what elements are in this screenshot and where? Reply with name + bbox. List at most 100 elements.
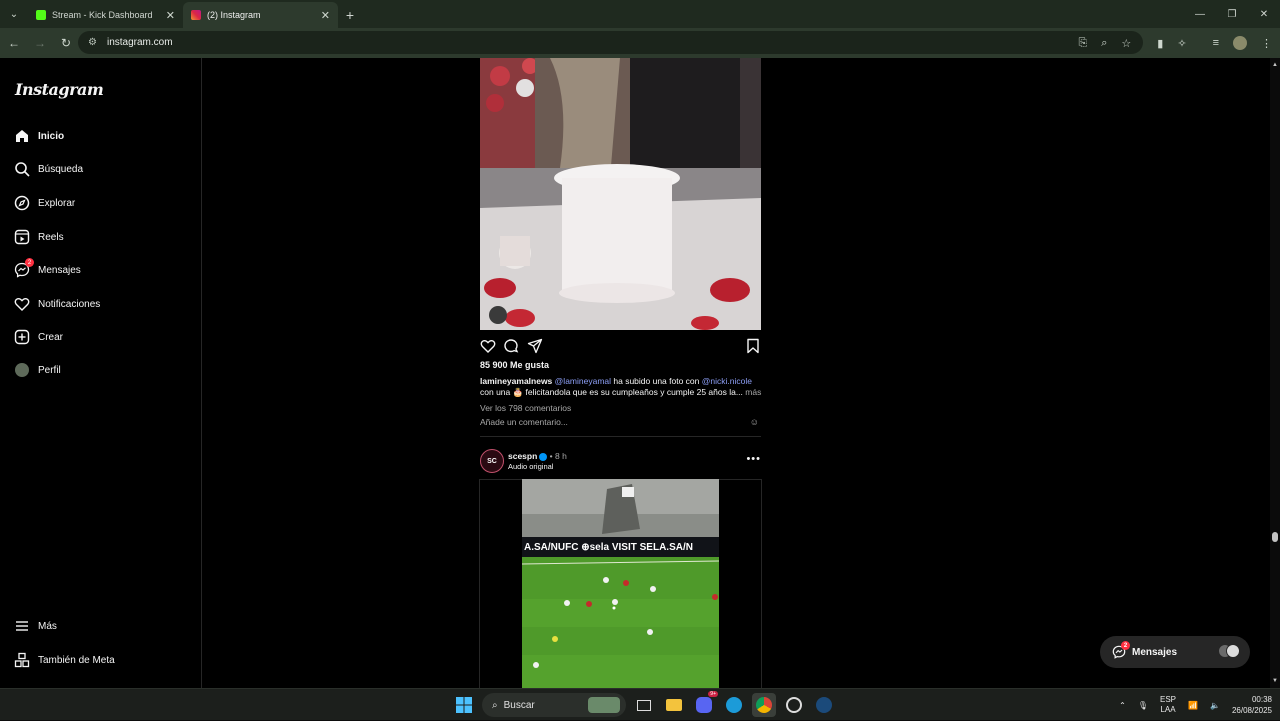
new-tab-button[interactable]: + — [338, 2, 362, 28]
sidebar-item-label: Inicio — [38, 130, 65, 142]
sidebar-item-label: Reels — [38, 231, 64, 243]
add-comment-input[interactable]: Añade un comentario... ☺ — [480, 417, 761, 427]
tab-search-chevron-icon[interactable]: ⌄ — [0, 0, 28, 28]
task-view-icon[interactable] — [632, 693, 656, 717]
app-icon[interactable] — [782, 693, 806, 717]
file-explorer-icon[interactable] — [662, 693, 686, 717]
sidebar-item-label: Búsqueda — [38, 163, 84, 175]
messages-pill-button[interactable]: 2 Mensajes — [1100, 636, 1250, 668]
tab-kick-dashboard[interactable]: Stream - Kick Dashboard ✕ — [28, 2, 183, 28]
sidebar-item-perfil[interactable]: Perfil — [14, 358, 61, 382]
emoji-icon[interactable]: ☺ — [750, 417, 759, 427]
restore-button[interactable]: ❐ — [1216, 0, 1248, 28]
reels-icon — [14, 229, 30, 245]
comment-icon[interactable] — [503, 338, 519, 354]
caption-mention[interactable]: @lamineyamal — [555, 376, 611, 386]
close-tab-icon[interactable]: ✕ — [166, 9, 175, 22]
url-text: instagram.com — [106, 37, 173, 48]
meta-grid-icon — [14, 652, 30, 668]
football-video-illustration: A.SA/NUFC ⊕sela VISIT SELA.SA/N — [522, 479, 719, 688]
discord-badge: 9+ — [708, 691, 718, 697]
messenger-icon: 2 — [1112, 641, 1130, 659]
language-code: ESP — [1160, 695, 1177, 704]
wifi-icon[interactable]: 📶 — [1188, 701, 1198, 710]
caption-username[interactable]: lamineyamalnews — [480, 376, 552, 386]
stadium-ad-text: A.SA/NUFC ⊕sela VISIT SELA.SA/N — [524, 542, 693, 553]
sidebar-item-crear[interactable]: Crear — [14, 325, 63, 349]
bookmark-star-icon[interactable]: ☆ — [1121, 37, 1131, 50]
share-send-icon[interactable] — [527, 338, 543, 354]
post-image[interactable] — [480, 58, 761, 330]
puzzle-extensions-icon[interactable]: ✧ — [1177, 37, 1186, 50]
browser-profile-avatar[interactable] — [1233, 36, 1247, 50]
caption-text: ha subido una foto con — [611, 376, 702, 386]
like-heart-icon[interactable] — [480, 338, 496, 354]
sidebar-item-mas[interactable]: Más — [14, 614, 57, 638]
language-indicator[interactable]: ESP LAA — [1160, 695, 1176, 715]
windows-taskbar: ⌕ Buscar 9+ ⌃ 🎙 ESP LAA 📶 🔈 00:38 26/08/… — [0, 688, 1280, 720]
clock[interactable]: 00:38 26/08/2025 — [1232, 694, 1272, 716]
sidebar-item-reels[interactable]: Reels — [14, 225, 64, 249]
close-window-button[interactable]: ✕ — [1248, 0, 1280, 28]
windows-start-icon[interactable] — [452, 693, 476, 717]
sidebar-item-busqueda[interactable]: Búsqueda — [14, 157, 83, 181]
sidebar-item-label: Perfil — [38, 364, 61, 376]
sidebar: Instagram Inicio Búsqueda Explorar Reels — [0, 58, 202, 688]
tray-overflow-icon[interactable]: ⌃ — [1119, 701, 1126, 710]
sidebar-item-label: También de Meta — [38, 654, 115, 666]
post-username[interactable]: scespn — [508, 451, 537, 461]
sidebar-item-tambien-de-meta[interactable]: También de Meta — [14, 648, 115, 672]
caption-text: con una 🎂 felicitandola que es su cumple… — [480, 387, 743, 397]
post-video[interactable]: A.SA/NUFC ⊕sela VISIT SELA.SA/N — [522, 479, 719, 688]
chrome-icon[interactable] — [752, 693, 776, 717]
more-options-icon[interactable]: ••• — [746, 453, 761, 465]
page-scrollbar[interactable]: ▲ ▼ — [1270, 58, 1280, 688]
search-icon — [14, 161, 30, 177]
caption-mention[interactable]: @nicki.nicole — [702, 376, 752, 386]
sidebar-item-label: Más — [38, 620, 57, 632]
steam-icon[interactable] — [812, 693, 836, 717]
search-highlight-icon — [588, 697, 620, 713]
save-bookmark-icon[interactable] — [745, 338, 761, 354]
zoom-icon[interactable]: ⌕ — [1101, 37, 1107, 50]
messages-pill-label: Mensajes — [1132, 646, 1178, 658]
clock-time: 00:38 — [1251, 695, 1272, 704]
tab-instagram[interactable]: (2) Instagram ✕ — [183, 2, 338, 28]
browser-tabbar: ⌄ Stream - Kick Dashboard ✕ (2) Instagra… — [0, 0, 1280, 28]
sidebar-item-mensajes[interactable]: 2 Mensajes — [14, 258, 81, 282]
instagram-favicon-icon — [191, 10, 201, 20]
taskbar-search[interactable]: ⌕ Buscar — [482, 693, 626, 717]
address-bar[interactable]: ⚙ instagram.com — [78, 31, 1143, 54]
keyboard-layout: LAA — [1160, 705, 1176, 714]
edge-icon[interactable] — [722, 693, 746, 717]
compass-icon — [14, 195, 30, 211]
view-comments-link[interactable]: Ver los 798 comentarios — [480, 403, 571, 413]
back-button[interactable]: ← — [2, 31, 26, 55]
clock-date: 26/08/2025 — [1231, 706, 1272, 715]
browser-menu-icon[interactable]: ⋮ — [1261, 37, 1272, 50]
scrollbar-thumb[interactable] — [1272, 532, 1278, 542]
post-author-avatar[interactable]: SC — [480, 449, 504, 473]
install-app-icon[interactable]: ⎘ — [1078, 37, 1087, 50]
reload-button[interactable]: ↻ — [54, 31, 78, 55]
sidebar-item-inicio[interactable]: Inicio — [14, 124, 64, 148]
forward-button[interactable]: → — [28, 31, 52, 55]
close-tab-icon[interactable]: ✕ — [321, 9, 330, 22]
microphone-icon[interactable]: 🎙 — [1138, 701, 1148, 710]
sidebar-item-notificaciones[interactable]: Notificaciones — [14, 292, 100, 316]
discord-icon[interactable]: 9+ — [692, 691, 718, 717]
volume-icon[interactable]: 🔈 — [1210, 701, 1220, 710]
taskbar-search-placeholder: Buscar — [503, 699, 535, 711]
media-controls-icon[interactable]: ≡ — [1213, 37, 1219, 49]
tab-title: (2) Instagram — [207, 10, 261, 20]
caption-more-link[interactable]: más — [745, 387, 761, 397]
site-info-icon[interactable]: ⚙ — [88, 37, 97, 48]
extension-icon[interactable]: ▮ — [1157, 37, 1163, 50]
post-header: SC scespn • 8 h Audio original ••• — [480, 449, 761, 473]
minimize-button[interactable]: — — [1184, 0, 1216, 28]
menu-icon — [14, 618, 30, 634]
post-audio[interactable]: Audio original — [508, 462, 553, 471]
likes-count[interactable]: 85 900 Me gusta — [480, 360, 549, 370]
instagram-logo[interactable]: Instagram — [15, 80, 104, 99]
sidebar-item-explorar[interactable]: Explorar — [14, 191, 75, 215]
